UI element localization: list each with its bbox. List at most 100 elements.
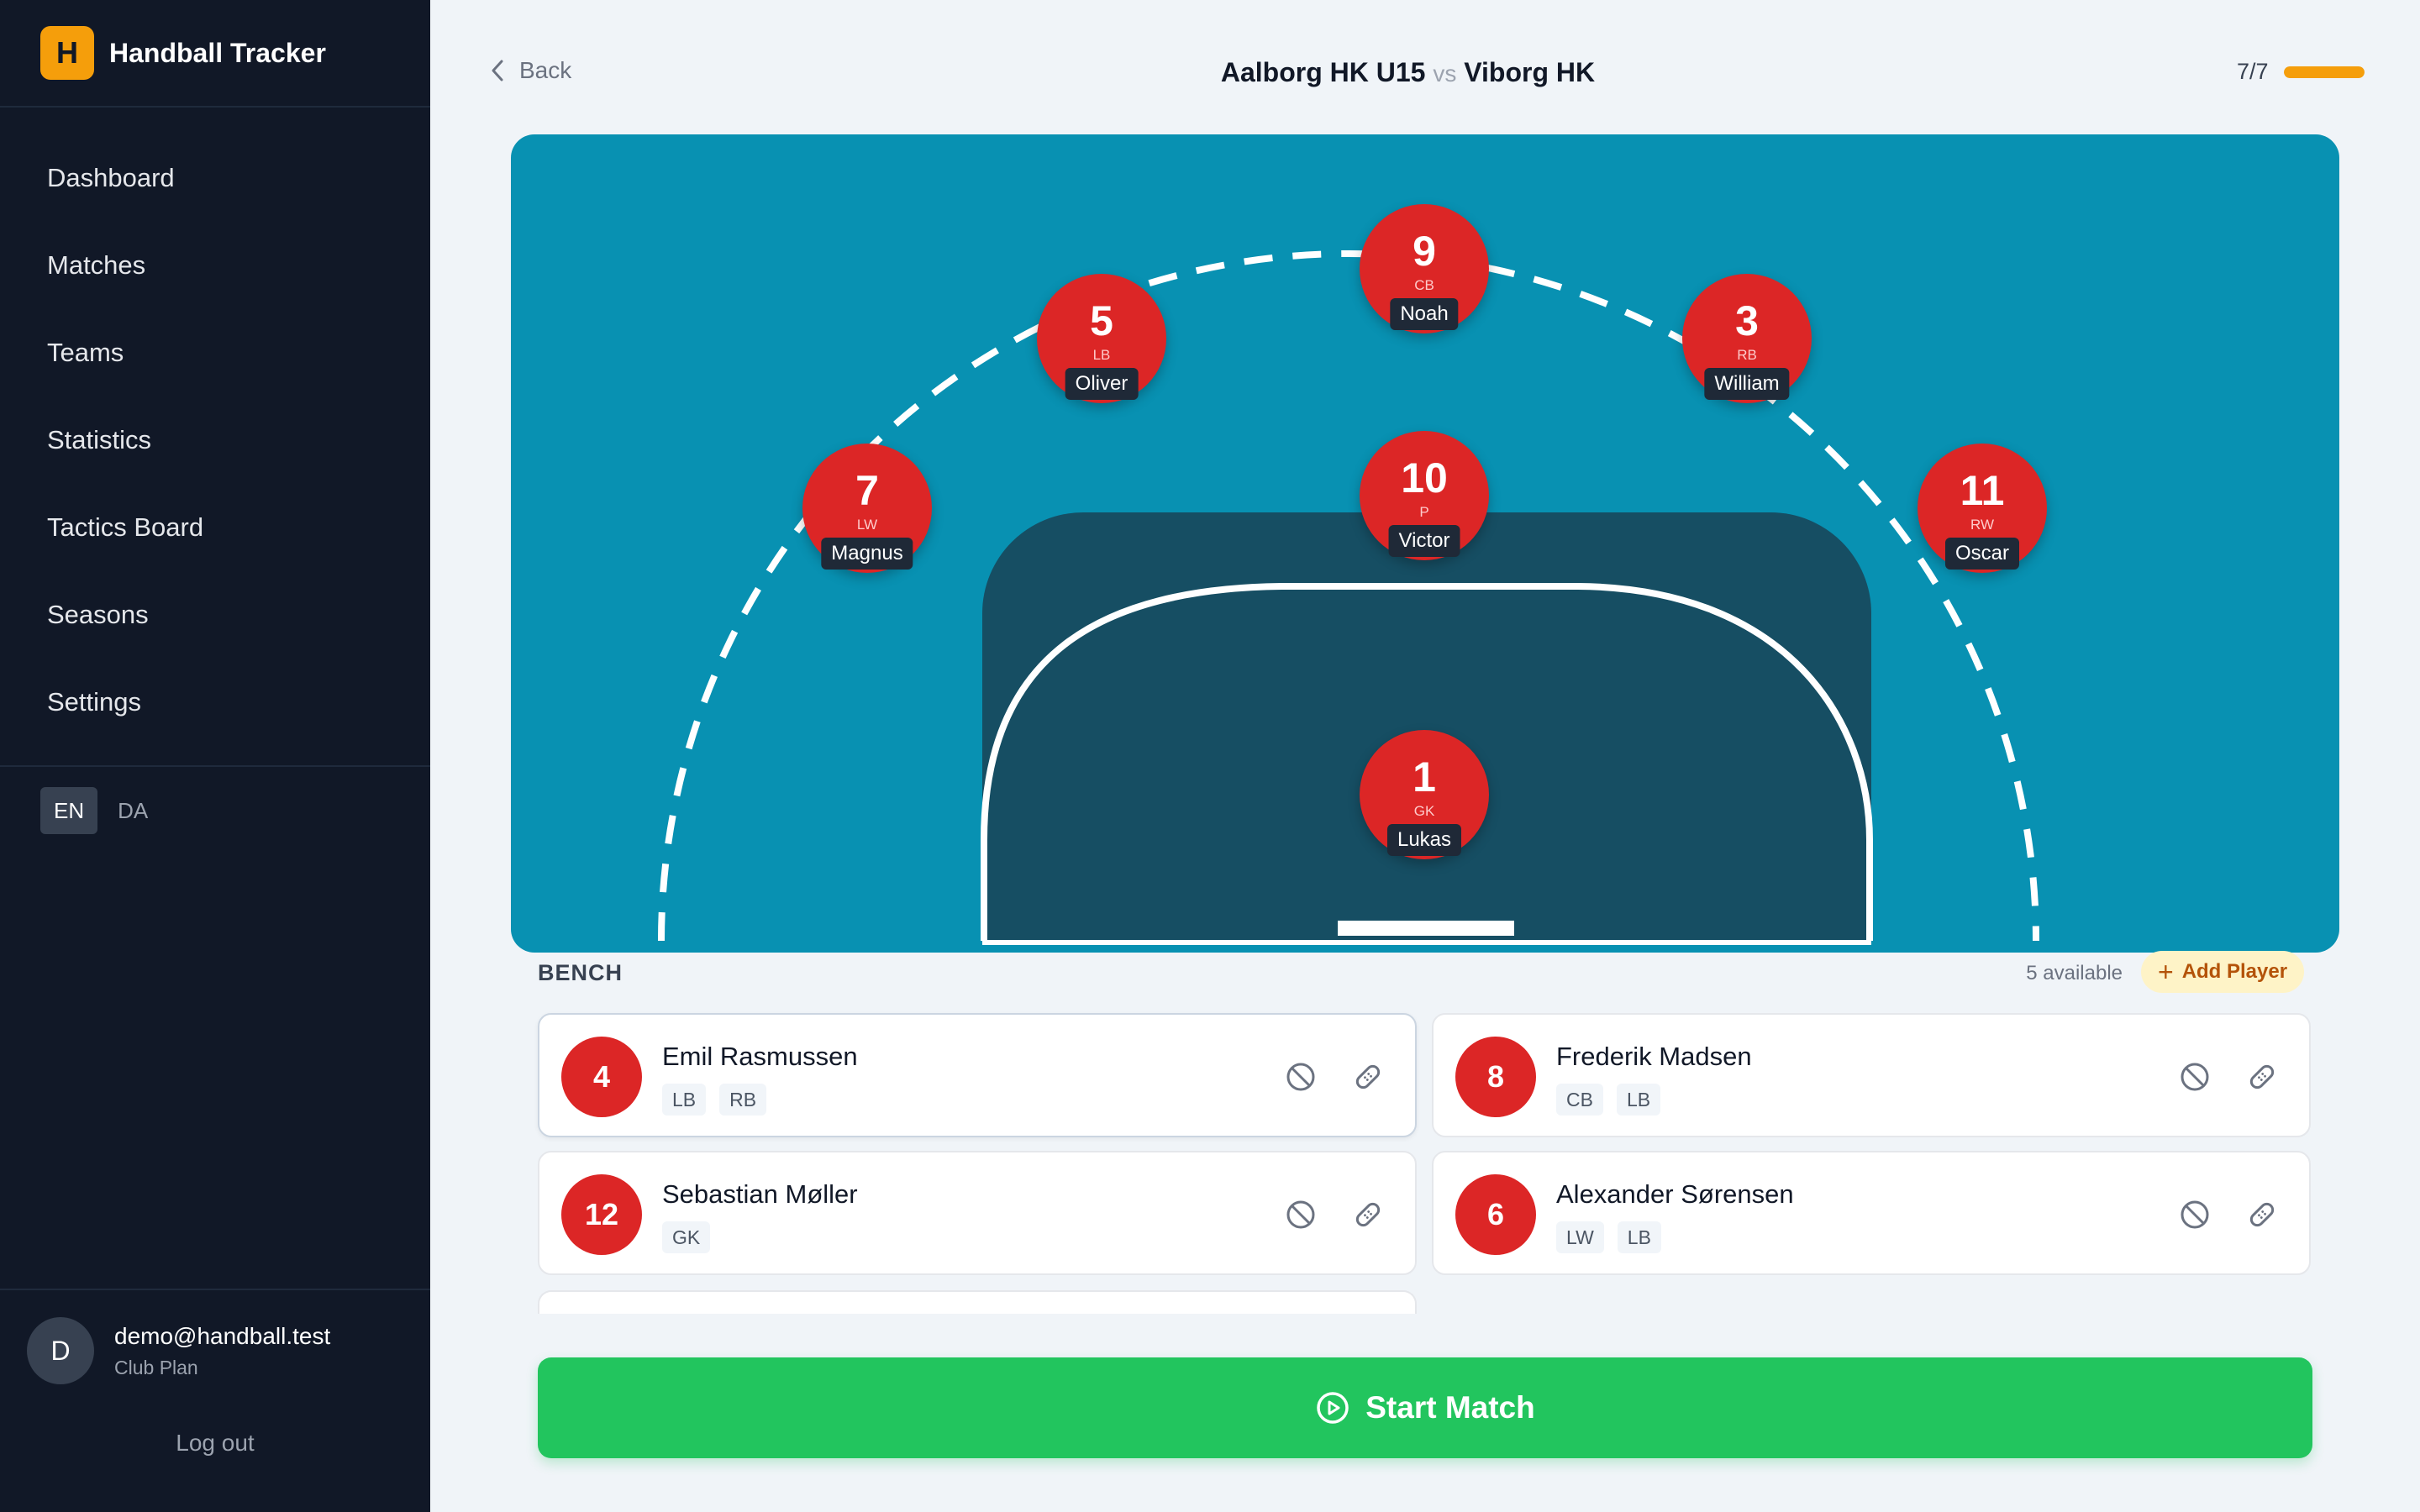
sidebar-divider [0, 1289, 430, 1290]
sidebar-nav: Dashboard Matches Teams Statistics Tacti… [0, 108, 430, 746]
player-number: 4 [561, 1037, 642, 1117]
brand-name: Handball Tracker [109, 37, 326, 68]
bench-available-count: 5 available [2026, 962, 2123, 984]
player-name: Oliver [1065, 368, 1139, 400]
court[interactable]: 9 CB Noah 5 LB Oliver 3 RB William 7 LW … [511, 134, 2339, 953]
player-name: Noah [1390, 298, 1459, 330]
bench-player-card[interactable]: 6 Alexander Sørensen LW LB [1432, 1151, 2311, 1275]
court-player-lw[interactable]: 7 LW Magnus [802, 444, 932, 573]
player-position: GK [1413, 803, 1435, 819]
home-team: Aalborg HK U15 [1220, 57, 1426, 87]
unavailable-icon[interactable] [2178, 1060, 2212, 1094]
player-name: Magnus [821, 538, 913, 570]
sidebar-item-settings[interactable]: Settings [0, 659, 430, 746]
position-tag: LW [1556, 1221, 1604, 1253]
sidebar-item-dashboard[interactable]: Dashboard [0, 134, 430, 222]
player-number: 6 [1455, 1174, 1536, 1255]
injury-bandage-icon[interactable] [1351, 1060, 1385, 1094]
position-tag: LB [1616, 1084, 1661, 1116]
player-position: RB [1737, 347, 1757, 363]
position-tag: RB [719, 1084, 767, 1116]
position-tags: CB LB [1556, 1084, 1674, 1116]
progress-bar [2283, 66, 2365, 78]
language-da-button[interactable]: DA [104, 787, 161, 834]
player-position: LB [1092, 347, 1111, 363]
position-tag: CB [1556, 1084, 1603, 1116]
position-tags: GK [662, 1221, 723, 1253]
unavailable-icon[interactable] [1284, 1060, 1318, 1094]
player-number: 10 [1401, 454, 1448, 501]
player-number: 3 [1735, 297, 1759, 344]
language-en-button[interactable]: EN [40, 787, 98, 834]
unavailable-icon[interactable] [1284, 1198, 1318, 1231]
injury-bandage-icon[interactable] [2245, 1060, 2279, 1094]
position-tags: LW LB [1556, 1221, 1675, 1253]
player-position: RW [1970, 517, 1994, 533]
player-number: 5 [1090, 297, 1113, 344]
player-name: Lukas [1386, 824, 1462, 856]
plus-icon: + [2158, 956, 2174, 987]
court-player-lb[interactable]: 5 LB Oliver [1037, 274, 1166, 403]
bench-player-card[interactable]: 8 Frederik Madsen CB LB [1432, 1013, 2311, 1137]
language-switcher: EN DA [40, 787, 168, 834]
player-number: 8 [1455, 1037, 1536, 1117]
player-number: 7 [855, 467, 879, 514]
logout-button[interactable]: Log out [0, 1430, 430, 1457]
goal [1338, 921, 1514, 936]
player-position: P [1419, 504, 1429, 520]
court-player-rb[interactable]: 3 RB William [1682, 274, 1812, 403]
court-player-p[interactable]: 10 P Victor [1360, 431, 1489, 560]
player-name: Alexander Sørensen [1556, 1179, 1794, 1209]
away-team: Viborg HK [1464, 57, 1596, 87]
player-name: Victor [1388, 525, 1460, 557]
court-player-cb[interactable]: 9 CB Noah [1360, 204, 1489, 333]
brand[interactable]: H Handball Tracker [0, 0, 430, 108]
sidebar: H Handball Tracker Dashboard Matches Tea… [0, 0, 430, 1512]
sidebar-item-tactics-board[interactable]: Tactics Board [0, 484, 430, 571]
sidebar-item-matches[interactable]: Matches [0, 222, 430, 309]
vs-label: vs [1433, 60, 1457, 87]
player-name: Emil Rasmussen [662, 1042, 858, 1071]
play-circle-icon [1317, 1392, 1349, 1424]
player-position: CB [1414, 277, 1434, 293]
sidebar-item-seasons[interactable]: Seasons [0, 571, 430, 659]
start-match-button[interactable]: Start Match [538, 1357, 2312, 1458]
injury-bandage-icon[interactable] [1351, 1198, 1385, 1231]
player-number: 12 [561, 1174, 642, 1255]
injury-bandage-icon[interactable] [2245, 1198, 2279, 1231]
player-number: 11 [1960, 467, 2005, 514]
court-player-gk[interactable]: 1 GK Lukas [1360, 730, 1489, 859]
start-match-label: Start Match [1365, 1390, 1535, 1425]
bench-player-card[interactable]: 12 Sebastian Møller GK [538, 1151, 1417, 1275]
add-player-button[interactable]: + Add Player [2141, 951, 2305, 993]
goal-area [982, 512, 1871, 941]
avatar: D [27, 1317, 94, 1384]
player-position: LW [856, 517, 878, 533]
bench-player-card[interactable]: 4 Emil Rasmussen LB RB [538, 1013, 1417, 1137]
progress-label: 7/7 [2237, 59, 2269, 84]
bench-title: BENCH [538, 960, 623, 985]
position-tags: LB RB [662, 1084, 780, 1116]
player-name: William [1704, 368, 1790, 400]
court-player-rw[interactable]: 11 RW Oscar [1918, 444, 2047, 573]
add-player-label: Add Player [2181, 960, 2288, 983]
position-tag: LB [662, 1084, 707, 1116]
player-name: Oscar [1944, 538, 2020, 570]
progress-fill [2283, 66, 2365, 78]
bench-player-card-partial[interactable] [538, 1290, 1417, 1314]
user-profile[interactable]: D demo@handball.test Club Plan [27, 1317, 330, 1384]
unavailable-icon[interactable] [2178, 1198, 2212, 1231]
user-plan: Club Plan [114, 1356, 198, 1378]
player-name: Sebastian Møller [662, 1179, 858, 1209]
player-number: 9 [1413, 228, 1436, 275]
user-email: demo@handball.test [114, 1322, 331, 1349]
lineup-progress: 7/7 [2237, 59, 2365, 85]
sidebar-item-statistics[interactable]: Statistics [0, 396, 430, 484]
sidebar-divider [0, 765, 430, 767]
position-tag: GK [662, 1221, 711, 1253]
brand-logo: H [40, 26, 94, 80]
user-info: demo@handball.test Club Plan [114, 1323, 330, 1379]
match-title: Aalborg HK U15 vs Viborg HK [430, 57, 2386, 88]
position-tag: LB [1617, 1221, 1661, 1253]
sidebar-item-teams[interactable]: Teams [0, 309, 430, 396]
